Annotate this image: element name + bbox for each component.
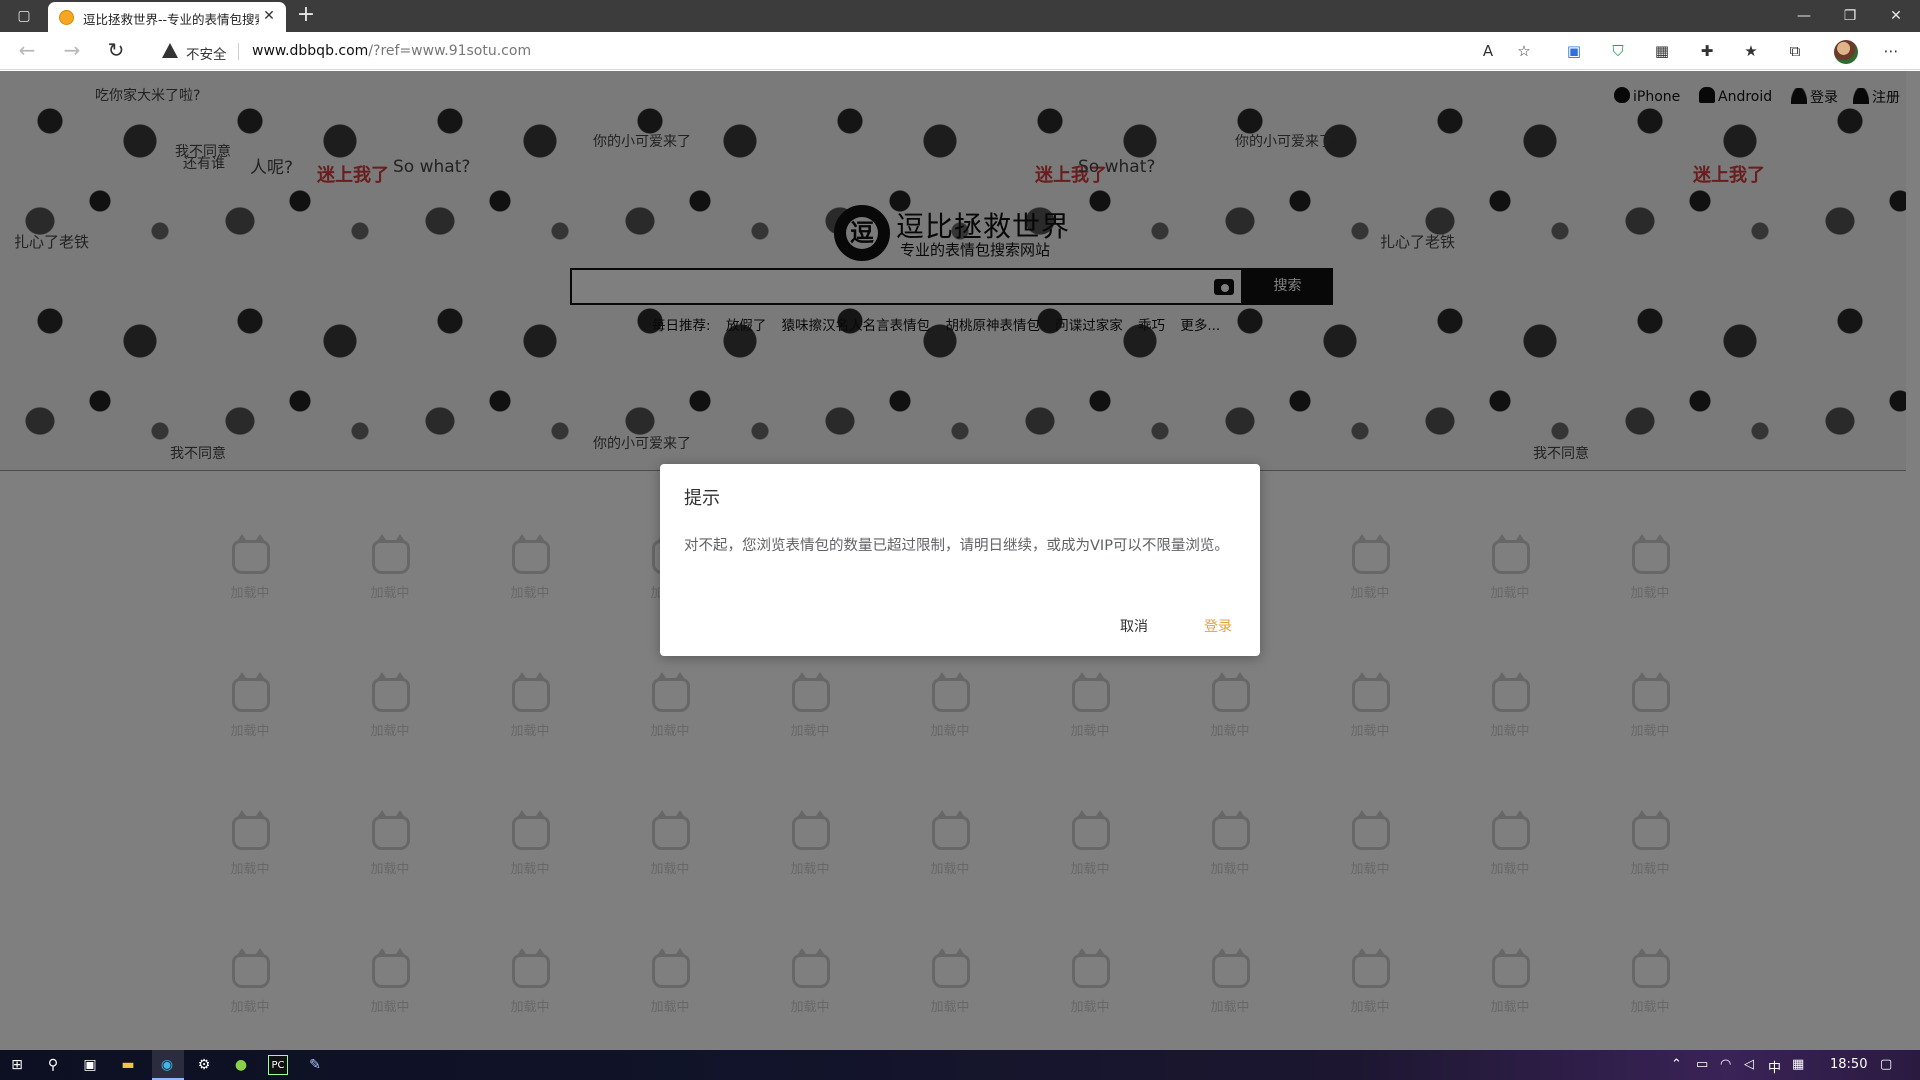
refresh-icon[interactable]: ↻ xyxy=(103,39,129,63)
read-aloud-icon[interactable]: A xyxy=(1477,40,1499,62)
security-label[interactable]: 不安全 xyxy=(186,43,227,63)
pycharm-icon[interactable]: PC xyxy=(268,1055,288,1075)
url-host: www.dbbqb.com xyxy=(252,43,369,59)
puzzle-extensions-icon[interactable]: ✚ xyxy=(1696,40,1718,62)
edge-browser-icon[interactable]: ◉ xyxy=(157,1055,177,1075)
search-icon[interactable]: ⚲ xyxy=(43,1055,63,1075)
more-menu-icon[interactable]: ⋯ xyxy=(1880,40,1902,62)
ime-indicator[interactable]: 中 xyxy=(1768,1057,1781,1076)
windows-taskbar: ⊞ ⚲ ▣ ▬ ◉ ⚙ ● PC ✎ ⌃ ▭ ◠ ◁ 中 ▦ 18:50 ▢ xyxy=(0,1050,1920,1080)
tab-close-icon[interactable]: ✕ xyxy=(260,7,278,25)
forward-arrow-icon[interactable]: → xyxy=(59,39,85,63)
browser-tab[interactable]: 逗比拯救世界--专业的表情包搜索 ✕ xyxy=(48,2,286,32)
minimize-button[interactable]: — xyxy=(1789,4,1819,28)
dialog-title: 提示 xyxy=(684,488,720,509)
new-tab-button[interactable]: + xyxy=(294,4,318,28)
tab-actions-icon[interactable]: ▢ xyxy=(12,6,36,26)
settings-gear-icon[interactable]: ⚙ xyxy=(194,1055,214,1075)
restore-button[interactable]: ❐ xyxy=(1835,4,1865,28)
profile-avatar[interactable] xyxy=(1834,40,1858,64)
app-circle-icon[interactable]: ● xyxy=(231,1055,251,1075)
url-text: www.dbbqb.com/?ref=www.91sotu.com xyxy=(252,43,531,59)
tab-title: 逗比拯救世界--专业的表情包搜索 xyxy=(83,12,259,27)
favorite-star-icon[interactable]: ☆ xyxy=(1513,40,1535,62)
url-divider xyxy=(238,43,239,60)
message-dialog: 提示 对不起，您浏览表情包的数量已超过限制，请明日继续，或成为VIP可以不限量浏… xyxy=(660,464,1260,656)
store-icon[interactable]: ▣ xyxy=(80,1055,100,1075)
warning-icon xyxy=(162,43,178,58)
battery-icon[interactable]: ▭ xyxy=(1696,1057,1708,1072)
address-bar: ← → ↻ 不安全 www.dbbqb.com/?ref=www.91sotu.… xyxy=(0,32,1920,70)
tray-chevron-icon[interactable]: ⌃ xyxy=(1671,1057,1682,1072)
back-arrow-icon[interactable]: ← xyxy=(14,39,40,63)
collections-icon[interactable]: ⧉ xyxy=(1784,40,1806,62)
volume-icon[interactable]: ◁ xyxy=(1744,1057,1754,1072)
wifi-icon[interactable]: ◠ xyxy=(1720,1057,1731,1072)
notification-icon[interactable]: ▢ xyxy=(1880,1057,1892,1072)
file-explorer-icon[interactable]: ▬ xyxy=(118,1055,138,1075)
clock[interactable]: 18:50 xyxy=(1830,1057,1867,1072)
app-icon[interactable]: ✎ xyxy=(305,1055,325,1075)
shield-extension-icon[interactable]: ⛉ xyxy=(1607,40,1629,62)
dialog-message: 对不起，您浏览表情包的数量已超过限制，请明日继续，或成为VIP可以不限量浏览。 xyxy=(684,538,1229,554)
url-field[interactable]: 不安全 www.dbbqb.com/?ref=www.91sotu.com xyxy=(148,36,1538,66)
browser-tab-bar: ▢ 逗比拯救世界--专业的表情包搜索 ✕ + — ❐ ✕ xyxy=(0,0,1920,32)
favorites-icon[interactable]: ★ xyxy=(1740,40,1762,62)
start-icon[interactable]: ⊞ xyxy=(7,1055,27,1075)
window-close-button[interactable]: ✕ xyxy=(1881,4,1911,28)
translate-icon[interactable]: ▣ xyxy=(1563,40,1585,62)
url-path: /?ref=www.91sotu.com xyxy=(368,43,532,59)
keyboard-icon[interactable]: ▦ xyxy=(1792,1057,1804,1072)
extension-icon[interactable]: ▦ xyxy=(1651,40,1673,62)
favicon-icon xyxy=(59,10,74,25)
cancel-button[interactable]: 取消 xyxy=(1120,616,1148,636)
login-button[interactable]: 登录 xyxy=(1204,616,1232,636)
